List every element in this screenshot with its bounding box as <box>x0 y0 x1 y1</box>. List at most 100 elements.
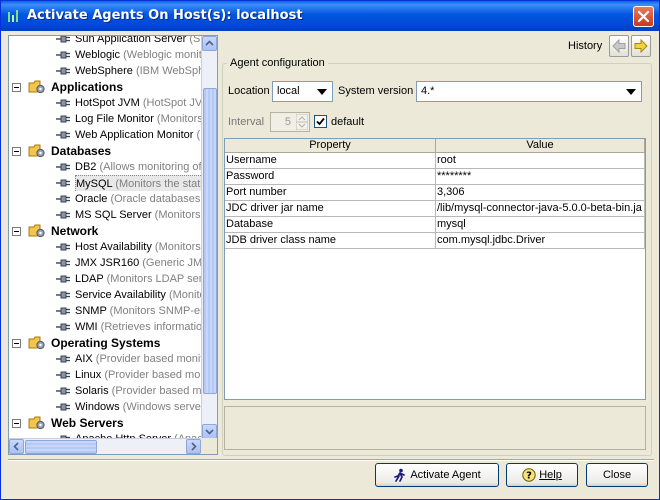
tree-agent-label: HotSpot JVM (HotSpot JVM <box>75 95 202 111</box>
window-title: Activate Agents On Host(s): localhost <box>27 8 303 23</box>
table-row[interactable]: Database mysql <box>225 217 645 233</box>
agent-plug-icon <box>56 36 70 43</box>
value-cell[interactable]: 3,306 <box>436 185 645 201</box>
tree-agent-item[interactable]: Weblogic (Weblogic monitor <box>9 47 202 63</box>
tree-agent-item[interactable]: MySQL (Monitors the status <box>9 175 202 191</box>
location-select[interactable]: local <box>272 81 333 102</box>
value-cell[interactable]: /lib/mysql-connector-java-5.0.0-beta-bin… <box>436 201 645 217</box>
default-checkbox[interactable] <box>314 115 327 128</box>
agent-plug-icon <box>56 307 70 315</box>
interval-spinner[interactable]: 5 <box>270 112 310 132</box>
tree-agent-label: Linux (Provider based monit <box>75 367 202 383</box>
scroll-down-button[interactable] <box>202 424 217 439</box>
collapse-toggle-icon[interactable] <box>12 83 21 92</box>
folder-gear-icon <box>28 144 45 158</box>
agent-description: (Generic JMX JS <box>142 257 202 269</box>
tree-agent-item[interactable]: Web Application Monitor (M <box>9 127 202 143</box>
tree-category[interactable]: Databases <box>9 143 202 159</box>
table-row[interactable]: JDB driver class name com.mysql.jdbc.Driv… <box>225 233 645 249</box>
collapse-toggle-icon[interactable] <box>12 147 21 156</box>
system-version-value: 4.* <box>421 85 435 97</box>
tree-agent-item[interactable]: Linux (Provider based monit <box>9 367 202 383</box>
value-cell[interactable]: root <box>436 153 645 169</box>
arrow-left-icon <box>13 442 19 451</box>
table-row[interactable]: Port number 3,306 <box>225 185 645 201</box>
scroll-right-button[interactable] <box>186 439 201 454</box>
tree-category[interactable]: Operating Systems <box>9 335 202 351</box>
table-row[interactable]: Password ******** <box>225 169 645 185</box>
close-button[interactable]: Close <box>586 463 648 487</box>
collapse-toggle-icon[interactable] <box>12 339 21 348</box>
agent-description: (Weblogic monitor <box>123 49 202 61</box>
system-version-select[interactable]: 4.* <box>416 81 642 102</box>
scroll-thumb-horizontal[interactable] <box>25 440 97 454</box>
window-close-button[interactable] <box>633 6 654 27</box>
agent-plug-icon <box>56 371 70 379</box>
tree-agent-item[interactable]: HotSpot JVM (HotSpot JVM <box>9 95 202 111</box>
agent-tree[interactable]: Sun Application Server (SunWeblogic (Web… <box>8 35 218 455</box>
tree-agent-item[interactable]: Service Availability (Monitor <box>9 287 202 303</box>
value-cell[interactable]: ******** <box>436 169 645 185</box>
tree-agent-item[interactable]: DB2 (Allows monitoring of D <box>9 159 202 175</box>
scroll-thumb-vertical[interactable] <box>203 88 217 394</box>
agent-name: WMI <box>75 321 98 333</box>
tree-agent-item[interactable]: JMX JSR160 (Generic JMX JS <box>9 255 202 271</box>
dialog-window: Activate Agents On Host(s): localhost Su… <box>0 0 660 500</box>
collapse-toggle-icon[interactable] <box>12 419 21 428</box>
tree-agent-item[interactable]: AIX (Provider based monitor <box>9 351 202 367</box>
table-row[interactable]: Username root <box>225 153 645 169</box>
tree-agent-item[interactable]: WebSphere (IBM WebSpher <box>9 63 202 79</box>
spinner-arrows-icon[interactable] <box>296 114 308 130</box>
activate-agent-button[interactable]: Activate Agent <box>375 463 499 487</box>
agent-plug-icon <box>56 355 70 363</box>
agent-name: Solaris <box>75 385 109 397</box>
property-table[interactable]: Property Value Username root Password *****… <box>224 138 646 400</box>
agent-name: Web Application Monitor <box>75 129 194 141</box>
scroll-up-button[interactable] <box>202 36 217 51</box>
property-column-header[interactable]: Property <box>225 139 436 153</box>
tree-category[interactable]: Network <box>9 223 202 239</box>
tree-agent-item[interactable]: WMI (Retrieves information <box>9 319 202 335</box>
agent-name: Log File Monitor <box>75 113 154 125</box>
agent-name: MS SQL Server <box>75 209 152 221</box>
history-back-button[interactable] <box>609 35 629 57</box>
tree-agent-label: Oracle (Oracle databases m <box>75 191 202 207</box>
tree-category[interactable]: Applications <box>9 79 202 95</box>
location-label: Location <box>228 85 270 97</box>
value-cell[interactable]: mysql <box>436 217 645 233</box>
title-bar[interactable]: Activate Agents On Host(s): localhost <box>1 1 659 31</box>
tree-agent-label: AIX (Provider based monitor <box>75 351 202 367</box>
agent-plug-icon <box>56 163 70 171</box>
help-button[interactable]: ? Help <box>506 463 578 487</box>
agent-name: JMX JSR160 <box>75 257 140 269</box>
value-cell[interactable]: com.mysql.jdbc.Driver <box>436 233 645 249</box>
collapse-toggle-icon[interactable] <box>12 227 21 236</box>
value-column-header[interactable]: Value <box>436 139 645 153</box>
history-forward-button[interactable] <box>631 35 651 57</box>
tree-category-label: Network <box>51 224 99 238</box>
tree-agent-item[interactable]: MS SQL Server (Monitors MS <box>9 207 202 223</box>
agent-name: MySQL <box>76 178 113 190</box>
tree-agent-item[interactable]: Oracle (Oracle databases m <box>9 191 202 207</box>
tree-agent-label: DB2 (Allows monitoring of D <box>75 159 202 175</box>
scroll-left-button[interactable] <box>9 439 24 454</box>
tree-agent-item[interactable]: Sun Application Server (Sun <box>9 36 202 47</box>
tree-agent-item[interactable]: Log File Monitor (Monitors a <box>9 111 202 127</box>
agent-plug-icon <box>56 243 70 251</box>
agent-description: (Monitors MS <box>154 209 202 221</box>
tree-agent-label: Sun Application Server (Sun <box>75 36 202 47</box>
tree-agent-item[interactable]: SNMP (Monitors SNMP-enab <box>9 303 202 319</box>
tree-vertical-scrollbar[interactable] <box>201 36 217 440</box>
agent-description: (Monitors the status <box>112 178 202 190</box>
tree-horizontal-scrollbar[interactable] <box>9 438 202 454</box>
tree-category[interactable]: Web Servers <box>9 415 202 431</box>
agent-plug-icon <box>56 259 70 267</box>
tree-agent-item[interactable]: Host Availability (Monitors a <box>9 239 202 255</box>
agent-name: HotSpot JVM <box>75 97 140 109</box>
tree-agent-item[interactable]: LDAP (Monitors LDAP server <box>9 271 202 287</box>
tree-agent-item[interactable]: Solaris (Provider based mon <box>9 383 202 399</box>
tree-agent-item[interactable]: Windows (Windows servers <box>9 399 202 415</box>
table-row[interactable]: JDC driver jar name/lib/mysql-connector-… <box>225 201 645 217</box>
tree-category-label: Databases <box>51 144 112 158</box>
agent-plug-icon <box>56 67 70 75</box>
